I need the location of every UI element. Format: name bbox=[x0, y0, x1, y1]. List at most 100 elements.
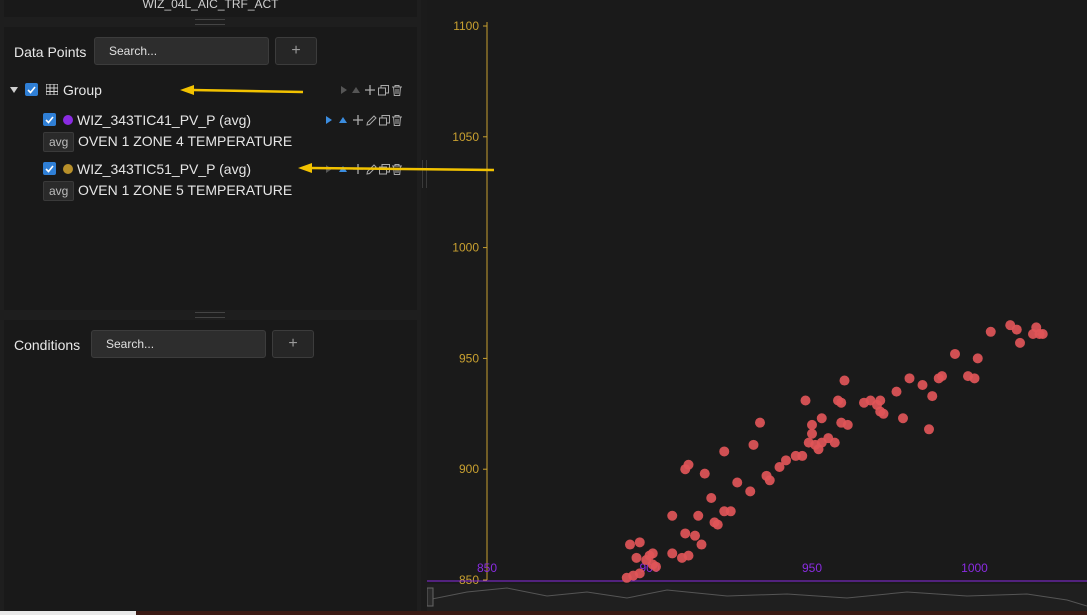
resize-handle-middle[interactable] bbox=[195, 312, 225, 318]
resize-handle-top[interactable] bbox=[195, 19, 225, 25]
item-2-checkbox[interactable] bbox=[43, 162, 56, 175]
data-point bbox=[1015, 337, 1025, 348]
data-point bbox=[781, 455, 791, 466]
data-point bbox=[878, 408, 889, 419]
data-point bbox=[1011, 324, 1022, 335]
data-point bbox=[797, 450, 808, 461]
data-point bbox=[699, 468, 710, 479]
data-point bbox=[712, 519, 723, 530]
data-point bbox=[764, 475, 775, 486]
copy-icon[interactable] bbox=[379, 164, 390, 175]
top-strip-title: WIZ_04L_AIC_TRF_ACT bbox=[142, 0, 279, 11]
check-icon bbox=[45, 116, 54, 124]
group-toolbar bbox=[341, 85, 415, 97]
conditions-label: Conditions bbox=[14, 337, 81, 353]
add-icon[interactable] bbox=[353, 115, 363, 125]
conditions-search-input[interactable]: Search... bbox=[91, 330, 266, 358]
move-right-icon[interactable] bbox=[326, 165, 332, 173]
group-grid-icon bbox=[46, 84, 58, 95]
data-point bbox=[800, 395, 811, 406]
trash-icon[interactable] bbox=[392, 164, 402, 175]
data-points-panel: Data Points Search... + Group WIZ_343TIC… bbox=[4, 27, 417, 310]
data-point bbox=[690, 530, 700, 541]
data-point bbox=[972, 353, 983, 364]
move-up-icon[interactable] bbox=[352, 87, 360, 93]
y-tick-label: 1000 bbox=[452, 241, 479, 255]
data-point bbox=[927, 391, 938, 402]
data-point bbox=[696, 539, 707, 550]
data-point bbox=[667, 510, 678, 521]
add-icon[interactable] bbox=[353, 164, 363, 174]
conditions-panel: Conditions Search... + bbox=[4, 320, 417, 611]
data-point bbox=[891, 386, 902, 397]
edit-pencil-icon[interactable] bbox=[366, 164, 377, 175]
data-point bbox=[748, 439, 759, 450]
scatter-chart-area: 850900950100010501100 8509009501000 bbox=[426, 0, 1087, 611]
item-1-toolbar bbox=[326, 115, 416, 127]
data-point bbox=[725, 506, 736, 517]
data-point bbox=[829, 437, 840, 448]
item-2-name: WIZ_343TIC51_PV_P (avg) bbox=[77, 161, 252, 177]
move-right-icon[interactable] bbox=[341, 86, 347, 94]
item-1-checkbox[interactable] bbox=[43, 113, 56, 126]
x-tick-label: 1000 bbox=[961, 561, 988, 575]
item-1-description: OVEN 1 ZONE 4 TEMPERATURE bbox=[78, 133, 293, 149]
trash-icon[interactable] bbox=[392, 115, 402, 126]
y-tick-label: 1100 bbox=[453, 19, 479, 33]
add-icon[interactable] bbox=[365, 85, 375, 95]
data-point bbox=[924, 424, 934, 435]
data-point bbox=[969, 373, 980, 384]
add-condition-button[interactable]: + bbox=[272, 330, 314, 358]
move-up-icon[interactable] bbox=[339, 117, 347, 123]
points-layer bbox=[621, 320, 1048, 583]
data-point bbox=[937, 371, 947, 382]
data-point bbox=[904, 373, 915, 384]
group-name: Group bbox=[63, 82, 102, 98]
data-point bbox=[898, 413, 908, 424]
move-up-icon[interactable] bbox=[339, 166, 347, 172]
data-point bbox=[680, 528, 691, 539]
copy-icon[interactable] bbox=[379, 115, 390, 126]
item-2-color-dot bbox=[63, 164, 73, 174]
data-point bbox=[706, 493, 717, 504]
navigator-handle bbox=[426, 587, 434, 607]
data-points-search-input[interactable]: Search... bbox=[94, 37, 269, 65]
data-point bbox=[807, 419, 817, 430]
check-icon bbox=[27, 86, 36, 94]
data-point bbox=[683, 459, 694, 470]
data-point bbox=[667, 548, 678, 559]
data-point bbox=[875, 395, 886, 406]
y-tick-label: 900 bbox=[459, 462, 479, 476]
group-checkbox[interactable] bbox=[25, 83, 38, 96]
data-point bbox=[732, 477, 743, 488]
x-tick-label: 950 bbox=[802, 561, 822, 575]
copy-icon[interactable] bbox=[378, 85, 389, 96]
data-points-label: Data Points bbox=[14, 44, 87, 60]
y-tick-label: 1050 bbox=[452, 130, 479, 144]
data-point bbox=[745, 486, 756, 497]
data-point bbox=[693, 510, 704, 521]
item-2-aggregate-badge: avg bbox=[43, 181, 75, 201]
collapse-chevron-icon[interactable] bbox=[10, 87, 18, 93]
data-point bbox=[839, 375, 850, 386]
data-point bbox=[651, 561, 661, 572]
item-1-color-dot bbox=[63, 115, 73, 125]
navigator-track bbox=[427, 584, 1087, 611]
x-axis: 8509009501000 bbox=[427, 561, 1087, 582]
add-data-point-button[interactable]: + bbox=[275, 37, 317, 65]
move-right-icon[interactable] bbox=[326, 116, 332, 124]
data-point bbox=[950, 348, 960, 359]
item-2-toolbar bbox=[326, 164, 416, 176]
item-2-description: OVEN 1 ZONE 5 TEMPERATURE bbox=[78, 182, 293, 198]
top-strip: WIZ_04L_AIC_TRF_ACT bbox=[4, 0, 417, 17]
edit-pencil-icon[interactable] bbox=[366, 115, 377, 126]
trash-icon[interactable] bbox=[392, 85, 402, 96]
data-point bbox=[634, 568, 645, 579]
data-point bbox=[1037, 329, 1048, 340]
data-point bbox=[625, 539, 635, 550]
data-point bbox=[842, 419, 853, 430]
data-point bbox=[631, 552, 642, 563]
data-point bbox=[634, 537, 645, 548]
range-navigator[interactable] bbox=[426, 584, 1087, 611]
data-point bbox=[755, 417, 765, 428]
